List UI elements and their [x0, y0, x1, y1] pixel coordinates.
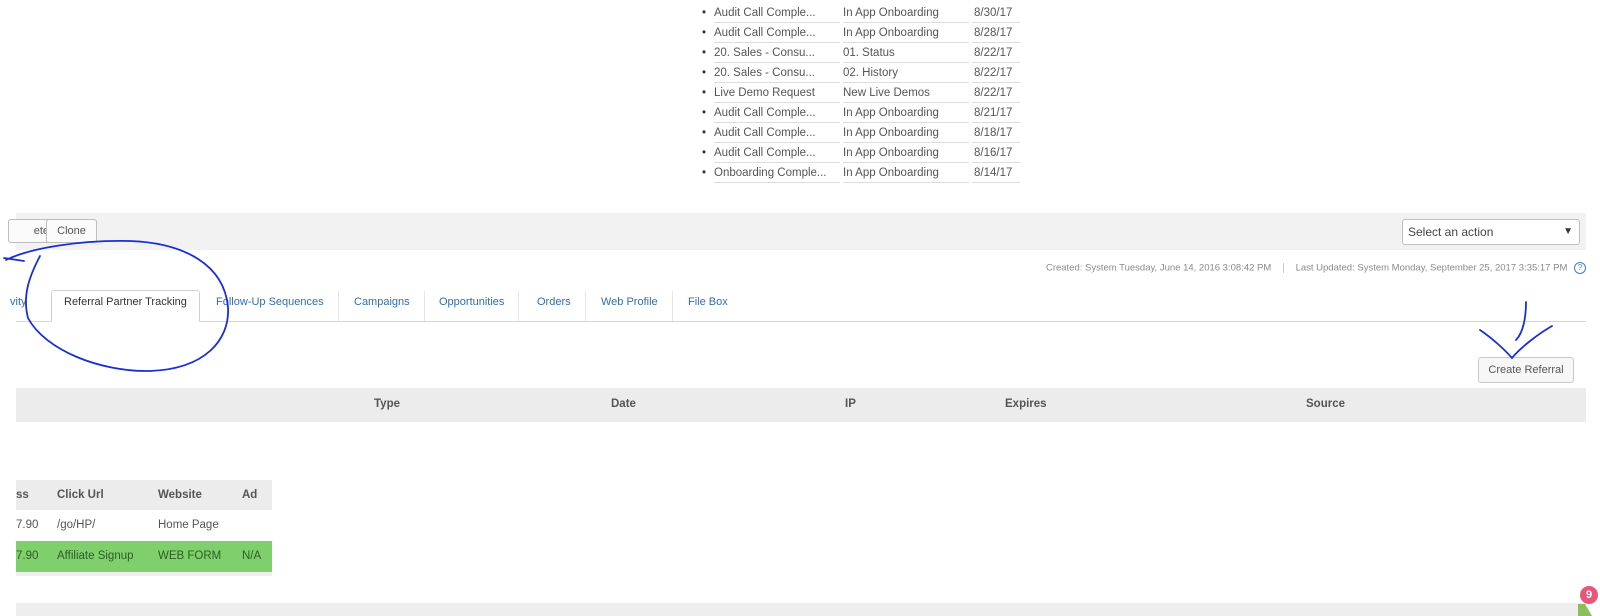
- history-name[interactable]: Onboarding Comple...: [714, 163, 840, 183]
- history-category: 02. History: [843, 63, 969, 83]
- history-category: In App Onboarding: [843, 3, 969, 23]
- table-footer: [16, 572, 272, 576]
- referral-table-header: Type Date IP Expires Source: [16, 388, 1586, 422]
- updated-info: Last Updated: System Monday, September 2…: [1295, 262, 1568, 274]
- column-header-website: Website: [158, 489, 202, 501]
- history-name[interactable]: 20. Sales - Consu...: [714, 43, 840, 63]
- tab-file-box[interactable]: File Box: [688, 291, 728, 321]
- history-name[interactable]: Audit Call Comple...: [714, 3, 840, 23]
- tab-referral-partner-tracking[interactable]: Referral Partner Tracking: [51, 290, 200, 322]
- tab-web-profile[interactable]: Web Profile: [601, 291, 673, 321]
- list-item[interactable]: Audit Call Comple... In App Onboarding 8…: [702, 143, 1023, 163]
- history-date: 8/14/17: [972, 163, 1020, 183]
- list-item[interactable]: 20. Sales - Consu... 02. History 8/22/17: [702, 63, 1023, 83]
- history-list: Audit Call Comple... In App Onboarding 8…: [702, 3, 1023, 183]
- history-date: 8/22/17: [972, 63, 1020, 83]
- history-category: In App Onboarding: [843, 143, 969, 163]
- history-date: 8/16/17: [972, 143, 1020, 163]
- cell-ip: 7.90: [16, 550, 39, 562]
- history-date: 8/21/17: [972, 103, 1020, 123]
- created-info: Created: System Tuesday, June 14, 2016 3…: [1045, 262, 1272, 274]
- history-category: In App Onboarding: [843, 123, 969, 143]
- history-name[interactable]: Audit Call Comple...: [714, 143, 840, 163]
- record-meta: Created: System Tuesday, June 14, 2016 3…: [1046, 262, 1586, 274]
- create-referral-button[interactable]: Create Referral: [1478, 357, 1574, 383]
- tab-opportunities[interactable]: Opportunities: [439, 291, 520, 321]
- history-date: 8/22/17: [972, 83, 1020, 103]
- click-tracking-table: ss Click Url Website Ad 7.90 /go/HP/ Hom…: [16, 480, 272, 576]
- history-name[interactable]: Audit Call Comple...: [714, 23, 840, 43]
- history-category: New Live Demos: [843, 83, 969, 103]
- history-name[interactable]: Live Demo Request: [714, 83, 840, 103]
- cell-click-url: Affiliate Signup: [57, 550, 134, 562]
- list-item[interactable]: Audit Call Comple... In App Onboarding 8…: [702, 3, 1023, 23]
- record-tabs: vity Referral Partner Tracking Follow-Up…: [10, 290, 1586, 322]
- notification-badge[interactable]: 9: [1580, 586, 1598, 604]
- table-row[interactable]: 7.90 /go/HP/ Home Page: [16, 510, 272, 541]
- tab-campaigns[interactable]: Campaigns: [354, 291, 425, 321]
- history-date: 8/28/17: [972, 23, 1020, 43]
- history-category: In App Onboarding: [843, 23, 969, 43]
- action-toolbar: ete Clone Select an action ▼: [8, 213, 1586, 250]
- list-item[interactable]: Audit Call Comple... In App Onboarding 8…: [702, 23, 1023, 43]
- cell-website: Home Page: [158, 519, 219, 531]
- cell-click-url: /go/HP/: [57, 519, 96, 531]
- list-item[interactable]: Onboarding Comple... In App Onboarding 8…: [702, 163, 1023, 183]
- history-category: In App Onboarding: [843, 163, 969, 183]
- action-select[interactable]: Select an action ▼: [1402, 219, 1580, 245]
- column-header-expires[interactable]: Expires: [1005, 398, 1047, 410]
- list-item[interactable]: Audit Call Comple... In App Onboarding 8…: [702, 103, 1023, 123]
- history-category: 01. Status: [843, 43, 969, 63]
- chevron-down-icon: ▼: [1563, 226, 1573, 237]
- bottom-bar: [16, 603, 1586, 616]
- hand-drawn-stroke: [3, 257, 25, 262]
- table-header: ss Click Url Website Ad: [16, 480, 272, 510]
- history-date: 8/18/17: [972, 123, 1020, 143]
- divider: [1282, 263, 1284, 273]
- column-header-type[interactable]: Type: [374, 398, 400, 410]
- history-name[interactable]: Audit Call Comple...: [714, 103, 840, 123]
- tab-orders[interactable]: Orders: [537, 291, 586, 321]
- history-date: 8/22/17: [972, 43, 1020, 63]
- column-header-date[interactable]: Date: [611, 398, 636, 410]
- action-select-value: Select an action: [1408, 225, 1494, 239]
- tab-activity[interactable]: vity: [10, 291, 27, 321]
- flag-icon[interactable]: [1578, 604, 1592, 616]
- history-name[interactable]: 20. Sales - Consu...: [714, 63, 840, 83]
- history-name[interactable]: Audit Call Comple...: [714, 123, 840, 143]
- help-icon[interactable]: ?: [1574, 262, 1586, 274]
- list-item[interactable]: Live Demo Request New Live Demos 8/22/17: [702, 83, 1023, 103]
- clone-button[interactable]: Clone: [46, 219, 97, 243]
- column-header-ip[interactable]: IP: [845, 398, 856, 410]
- cell-ad: N/A: [242, 550, 262, 562]
- history-category: In App Onboarding: [843, 103, 969, 123]
- cell-ip: 7.90: [16, 519, 39, 531]
- column-header-click-url: Click Url: [57, 489, 104, 501]
- cell-website: WEB FORM: [158, 550, 222, 562]
- list-item[interactable]: Audit Call Comple... In App Onboarding 8…: [702, 123, 1023, 143]
- table-row[interactable]: 7.90 Affiliate Signup WEB FORM N/A: [16, 541, 272, 572]
- tab-follow-up-sequences[interactable]: Follow-Up Sequences: [216, 291, 339, 321]
- history-date: 8/30/17: [972, 3, 1020, 23]
- list-item[interactable]: 20. Sales - Consu... 01. Status 8/22/17: [702, 43, 1023, 63]
- column-header-ad: Ad: [242, 489, 258, 501]
- column-header-ip-address: ss: [16, 489, 29, 501]
- column-header-source[interactable]: Source: [1306, 398, 1345, 410]
